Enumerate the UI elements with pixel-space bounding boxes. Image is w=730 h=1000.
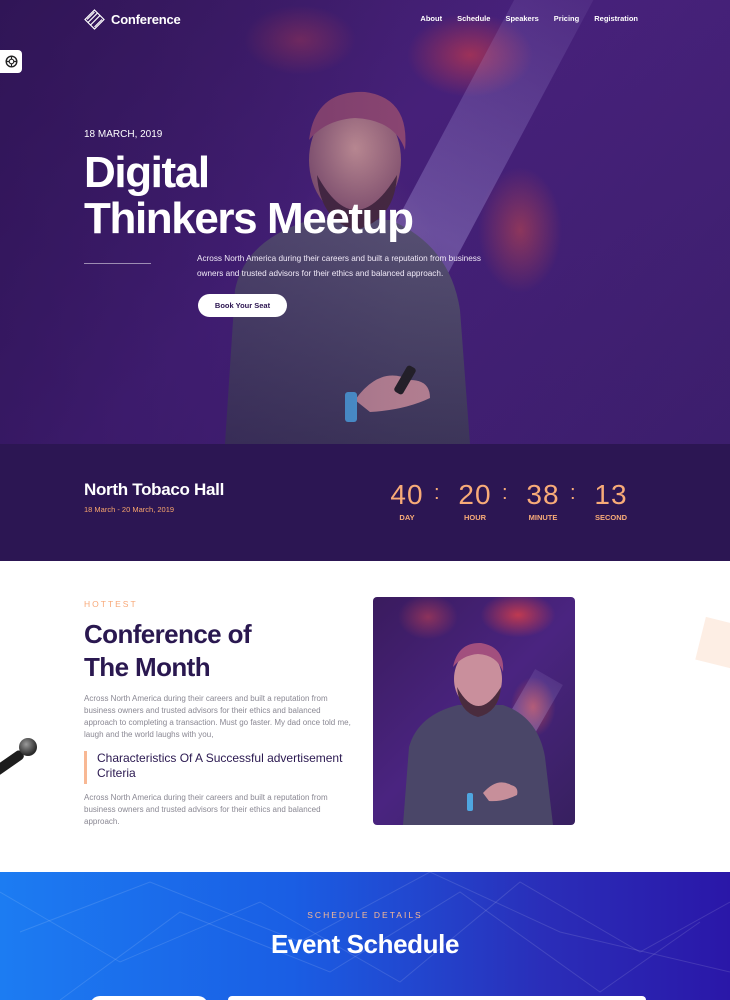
section-body: Across North America during their career…: [84, 694, 351, 739]
hero-title-line1: Digital: [84, 148, 210, 197]
venue-countdown-band: North Tobaco Hall 18 March - 20 March, 2…: [0, 444, 730, 561]
countdown-minute-label: MINUTE: [528, 513, 558, 522]
schedule-section: SCHEDULE DETAILS Event Schedule: [0, 872, 730, 1000]
conference-of-month-section: HOTTEST Conference of The Month Across N…: [0, 561, 730, 872]
hero-title-line2: Thinkers Meetup: [84, 194, 414, 243]
top-navigation: Conference About Schedule Speakers Prici…: [84, 9, 644, 31]
quote-text: Characteristics Of A Successful advertis…: [97, 751, 343, 780]
highlight-quote: Characteristics Of A Successful advertis…: [84, 751, 344, 784]
diamond-stripes-icon: [84, 9, 105, 30]
countdown-separator: :: [502, 482, 508, 504]
photo-speaker-figure: [403, 642, 553, 825]
countdown-second: 13 SECOND: [588, 479, 634, 523]
schedule-day-tab[interactable]: [90, 996, 208, 1000]
countdown-timer: 40 DAY : 20 HOUR : 38 MINUTE : 13 SECOND: [384, 480, 634, 530]
schedule-title: Event Schedule: [270, 929, 460, 959]
nav-link-registration[interactable]: Registration: [594, 14, 638, 23]
countdown-hour-label: HOUR: [463, 513, 487, 522]
countdown-day: 40 DAY: [384, 479, 430, 523]
countdown-minute-value: 38: [526, 479, 560, 510]
hero-title: Digital Thinkers Meetup: [84, 150, 504, 242]
book-seat-button[interactable]: Book Your Seat: [198, 294, 287, 317]
hero-description: Across North America during their career…: [197, 254, 481, 278]
nav-link-pricing[interactable]: Pricing: [554, 14, 579, 23]
section-title: Conference of The Month: [84, 618, 344, 684]
venue-dates: 18 March - 20 March, 2019: [84, 505, 175, 514]
microphone-icon: [0, 738, 37, 776]
nav-links: About Schedule Speakers Pricing Registra…: [420, 14, 638, 23]
brand-name: Conference: [111, 12, 181, 27]
venue-name: North Tobaco Hall: [84, 480, 225, 499]
side-help-widget[interactable]: [0, 50, 22, 73]
nav-link-schedule[interactable]: Schedule: [457, 14, 490, 23]
section-title-line1: Conference of: [84, 619, 252, 649]
nav-link-speakers[interactable]: Speakers: [505, 14, 538, 23]
brand-logo[interactable]: Conference: [84, 9, 181, 30]
countdown-separator: :: [434, 482, 440, 504]
section-title-line2: The Month: [84, 652, 211, 682]
hero-divider: [84, 263, 151, 264]
countdown-minute: 38 MINUTE: [520, 479, 566, 523]
countdown-hour: 20 HOUR: [452, 479, 498, 523]
speaker-photo: [373, 597, 575, 825]
hero-date: 18 MARCH, 2019: [84, 129, 163, 140]
countdown-day-label: DAY: [399, 513, 415, 522]
nav-link-about[interactable]: About: [420, 14, 442, 23]
schedule-kicker: SCHEDULE DETAILS: [307, 910, 423, 920]
countdown-second-value: 13: [594, 479, 628, 510]
countdown-day-value: 40: [390, 479, 424, 510]
section-body-secondary: Across North America during their career…: [84, 793, 328, 826]
decorative-shape: [695, 616, 730, 670]
countdown-separator: :: [570, 482, 576, 504]
countdown-second-label: SECOND: [594, 513, 628, 522]
section-kicker: HOTTEST: [84, 599, 138, 609]
countdown-hour-value: 20: [458, 479, 492, 510]
lifebuoy-icon: [4, 55, 18, 68]
schedule-panel: [228, 996, 646, 1000]
